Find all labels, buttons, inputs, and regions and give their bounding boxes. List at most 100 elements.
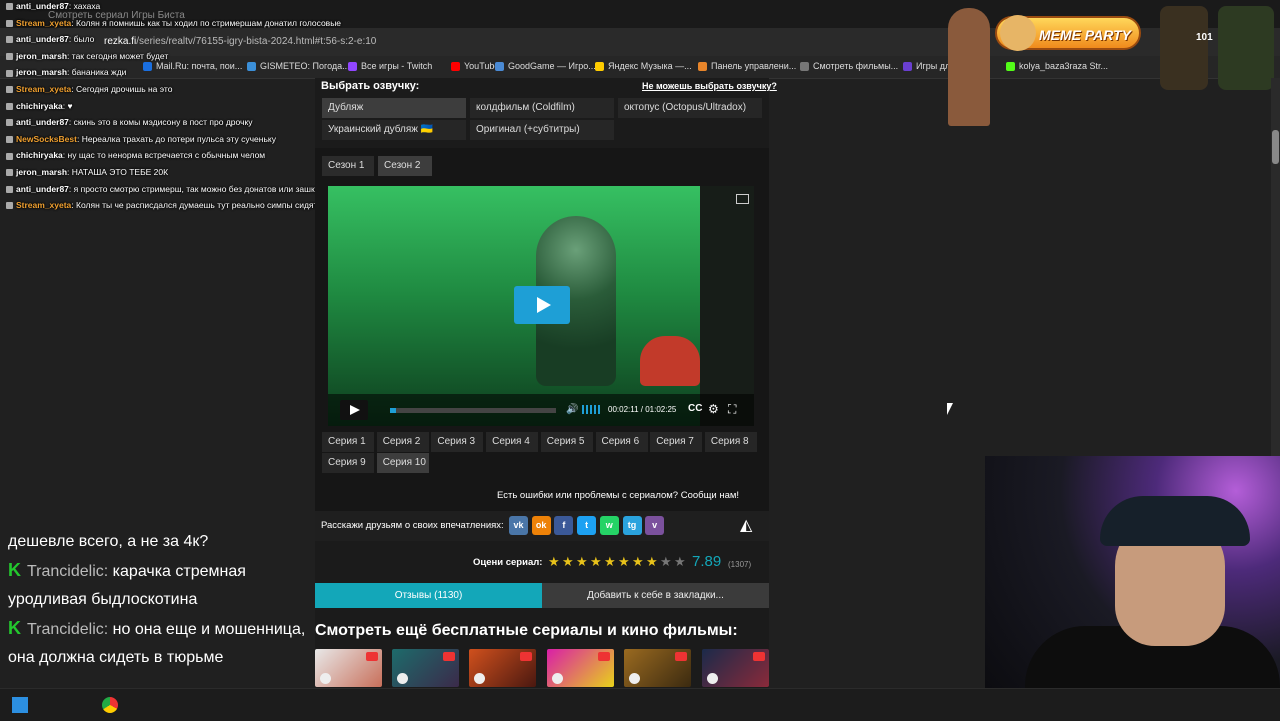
rating-star[interactable]: ★ <box>590 554 602 570</box>
settings-icon[interactable]: ⚙ <box>708 402 719 416</box>
chat-badge-icon <box>6 36 13 44</box>
bookmark-item[interactable]: GoodGame — Игро... <box>495 61 596 71</box>
voice-option-dub[interactable]: Дубляж <box>322 98 466 118</box>
episode-2[interactable]: Серия 2 <box>376 432 429 452</box>
telegram-icon[interactable]: tg <box>622 516 642 535</box>
thumbnail[interactable] <box>469 649 536 687</box>
episode-8[interactable]: Серия 8 <box>704 432 757 452</box>
player-controls: 🔊 00:02:11 / 01:02:25 CC ⚙ ⛶ <box>328 394 754 426</box>
chat-username: anti_under87 <box>16 117 69 128</box>
reviews-button[interactable]: Отзывы (1130) <box>315 583 542 608</box>
thumbnail[interactable] <box>702 649 769 687</box>
chat-text: я просто смотрю стримерш, так можно без … <box>73 183 336 194</box>
chrome-icon[interactable] <box>102 697 118 713</box>
seek-bar[interactable] <box>390 408 556 413</box>
bookmark-icon <box>451 61 460 71</box>
chat-message: Stream_xyeta: Сегодня дрочишь на это <box>6 84 172 94</box>
chat-badge-icon <box>6 136 13 144</box>
chat-username: anti_under87 <box>16 183 69 194</box>
bookmark-button[interactable]: Добавить к себе в закладки... <box>542 583 769 608</box>
episode-6[interactable]: Серия 6 <box>595 432 648 452</box>
chat-text: Нереалка трахать до потери пульса эту су… <box>81 133 276 144</box>
thumbnail[interactable] <box>392 649 459 687</box>
rating-star[interactable]: ★ <box>562 554 574 570</box>
rating-star[interactable]: ★ <box>646 554 658 570</box>
twitter-icon[interactable]: t <box>577 516 597 535</box>
volume-icon[interactable]: 🔊 <box>566 404 578 415</box>
chat-message: jeron_marsh: бананика жди <box>6 67 126 77</box>
webcam <box>985 456 1280 688</box>
bookmark-item[interactable]: Яндекс Музыка —... <box>595 61 692 71</box>
bookmark-item[interactable]: Смотреть фильмы... <box>800 61 898 71</box>
big-chat-message: K Trancidelic: но она еще и мошенница, он… <box>8 614 308 672</box>
pip-icon[interactable] <box>736 194 749 204</box>
chat-message: jeron_marsh: НАТАША ЭТО ТЕБЕ 20К <box>6 167 168 177</box>
chat-message: chichiryaka: ♥ <box>6 101 73 111</box>
thumbnail[interactable] <box>547 649 614 687</box>
bookmark-icon <box>800 61 809 71</box>
play-button[interactable] <box>340 400 368 420</box>
episode-3[interactable]: Серия 3 <box>431 432 484 452</box>
bookmark-item[interactable]: Панель управлени... <box>698 61 796 71</box>
chat-message: anti_under87: скинь это в комы мэдисону … <box>6 117 253 127</box>
rating-star[interactable]: ★ <box>604 554 616 570</box>
episode-5[interactable]: Серия 5 <box>540 432 593 452</box>
seal-overlay <box>948 8 990 126</box>
thumbnail[interactable] <box>315 649 382 687</box>
bookmark-item[interactable]: Все игры - Twitch <box>348 61 432 71</box>
report-link[interactable]: Есть ошибки или проблемы с сериалом? Соо… <box>497 490 739 501</box>
bookmark-item[interactable]: kolya_baza3raza Str... <box>1006 61 1108 71</box>
bookmark-item[interactable]: YouTube <box>451 61 499 71</box>
fullscreen-icon[interactable]: ⛶ <box>728 402 736 417</box>
thumbnail[interactable] <box>624 649 691 687</box>
play-icon <box>474 673 485 684</box>
bookmark-label: Смотреть фильмы... <box>813 61 899 71</box>
rating-star[interactable]: ★ <box>548 554 560 570</box>
tv-icon <box>675 652 687 661</box>
rating-star[interactable]: ★ <box>660 554 672 570</box>
whatsapp-icon[interactable]: w <box>599 516 619 535</box>
episode-7[interactable]: Серия 7 <box>650 432 703 452</box>
rating-star[interactable]: ★ <box>674 554 686 570</box>
voice-option-ukrainian[interactable]: Украинский дубляж 🇺🇦 <box>322 120 466 140</box>
bookmark-icon <box>698 61 707 71</box>
url-text[interactable]: rezka.fi/series/realtv/76155-igry-bista-… <box>104 36 376 47</box>
chat-message: anti_under87: было <box>6 34 94 44</box>
eraser-icon[interactable]: ◭ <box>740 515 764 535</box>
voice-option-coldfilm[interactable]: колдфильм (Coldfilm) <box>470 98 614 118</box>
play-icon <box>320 673 331 684</box>
bookmark-item[interactable]: Mail.Ru: почта, пои... <box>143 61 242 71</box>
scrollbar-thumb[interactable] <box>1272 130 1279 164</box>
voice-option-original[interactable]: Оригинал (+субтитры) <box>470 120 614 140</box>
voice-option-octopus[interactable]: октопус (Octopus/Ultradox) <box>618 98 762 118</box>
video-player[interactable]: 🔊 00:02:11 / 01:02:25 CC ⚙ ⛶ <box>328 186 754 426</box>
time-display: 00:02:11 / 01:02:25 <box>608 405 677 414</box>
bookmark-item[interactable]: GISMETEO: Погода... <box>247 61 350 71</box>
viber-icon[interactable]: v <box>645 516 665 535</box>
big-play-button[interactable] <box>514 286 570 324</box>
rating-star[interactable]: ★ <box>576 554 588 570</box>
cc-button[interactable]: CC <box>688 403 702 414</box>
bookmark-label: Все игры - Twitch <box>361 61 433 71</box>
episode-4[interactable]: Серия 4 <box>486 432 539 452</box>
chat-username: Stream_xyeta <box>16 17 72 28</box>
episode-1[interactable]: Серия 1 <box>322 432 374 452</box>
chat-message: anti_under87: я просто смотрю стримерш, … <box>6 184 336 194</box>
bookmark-label: Яндекс Музыка —... <box>608 61 692 71</box>
video-side <box>700 186 754 426</box>
volume-slider[interactable] <box>582 405 600 414</box>
chat-message: anti_under87: хахаха <box>6 1 100 11</box>
tab-season-1[interactable]: Сезон 1 <box>322 156 374 176</box>
time-current: 00:02:11 <box>608 405 639 414</box>
tab-season-2[interactable]: Сезон 2 <box>378 156 432 176</box>
ok-icon[interactable]: ok <box>531 516 551 535</box>
vk-icon[interactable]: vk <box>509 516 528 535</box>
mouse-cursor-icon <box>947 403 953 415</box>
voice-help-link[interactable]: Не можешь выбрать озвучку? <box>642 81 777 91</box>
episode-9[interactable]: Серия 9 <box>322 453 374 473</box>
facebook-icon[interactable]: f <box>554 516 574 535</box>
rating-star[interactable]: ★ <box>618 554 630 570</box>
rating-star[interactable]: ★ <box>632 554 644 570</box>
episode-10[interactable]: Серия 10 <box>376 453 429 473</box>
windows-start-icon[interactable] <box>12 697 28 713</box>
